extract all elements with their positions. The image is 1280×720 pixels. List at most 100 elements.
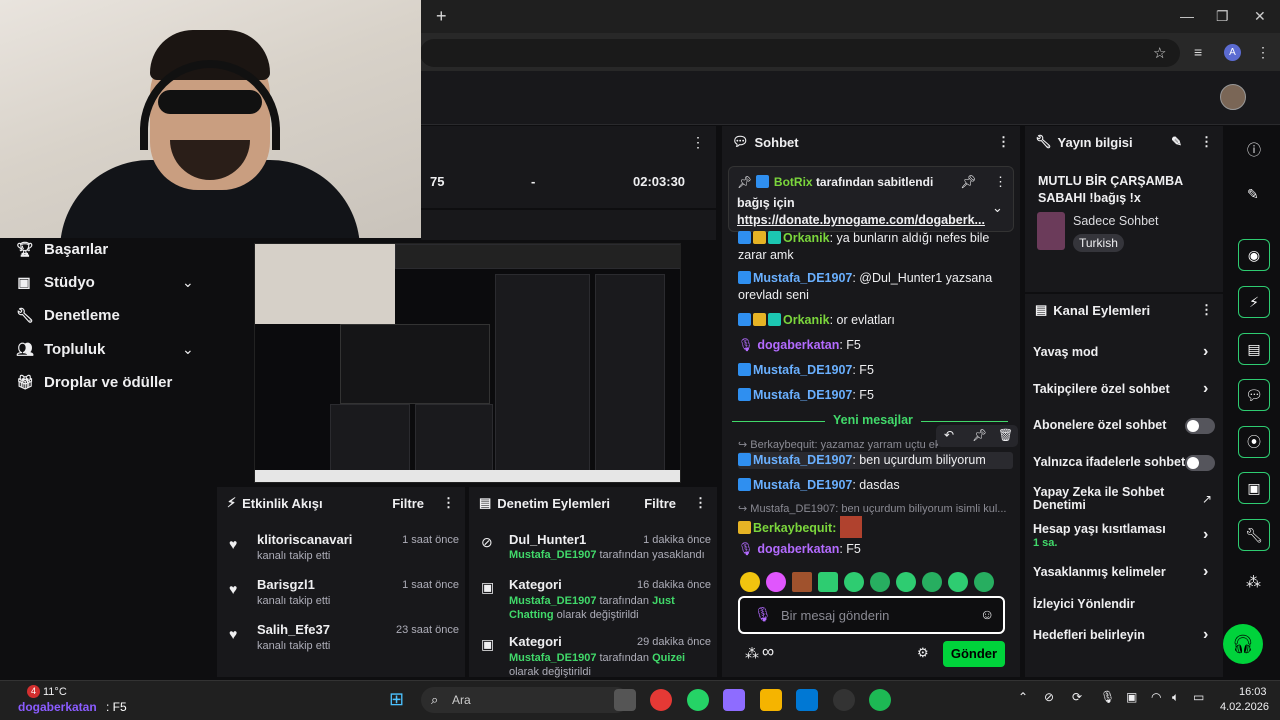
chat-button[interactable]: 💬︎ (1238, 379, 1270, 411)
panel-menu-icon[interactable]: ⋮ (442, 495, 455, 511)
chevron-down-icon[interactable]: ⌄ (992, 200, 1003, 216)
gear-icon[interactable]: ⚙ (917, 645, 929, 661)
mic-icon[interactable]: 🎙︎ (1100, 690, 1115, 704)
kick-icon[interactable]: ⁂ (1246, 573, 1261, 591)
copilot-icon[interactable] (723, 689, 745, 711)
panel-menu-icon[interactable]: ⋮ (1200, 134, 1213, 150)
tray-icon[interactable]: ⊘ (1044, 690, 1054, 704)
category-name[interactable]: Sadece Sohbet (1073, 214, 1159, 228)
emote-icon[interactable] (740, 572, 760, 592)
emote-icon[interactable] (948, 572, 968, 592)
chevron-down-icon[interactable]: ⌄ (182, 341, 194, 358)
moderation-filter-button[interactable]: Filtre (644, 496, 676, 511)
battery-icon[interactable]: ▭ (1193, 690, 1204, 704)
sidebar-item-studio[interactable]: ▣ Stüdyo (16, 274, 94, 291)
clock-date[interactable]: 4.02.2026 (1220, 701, 1269, 713)
sidebar-item-moderation[interactable]: 🔧︎ Denetleme (16, 307, 120, 324)
wrench-button[interactable]: 🔧︎ (1238, 519, 1270, 551)
channel-button[interactable]: ▣ (1238, 472, 1270, 504)
capture-button[interactable]: ◉ (1238, 239, 1270, 271)
info-icon[interactable]: ⓘ (1247, 140, 1261, 160)
clock-time[interactable]: 16:03 (1239, 686, 1267, 698)
maximize-icon[interactable]: ❐ (1216, 8, 1229, 25)
chat-icon: 💬︎ (732, 134, 749, 149)
folder-icon[interactable] (760, 689, 782, 711)
document-icon: ▤ (479, 495, 492, 510)
pinned-menu-icon[interactable]: ⋮ (994, 174, 1007, 190)
star-icon[interactable]: ☆ (1153, 44, 1166, 62)
menu-icon[interactable]: ⋮ (1256, 44, 1270, 61)
pinned-message[interactable]: 📌︎ BotRix tarafından sabitlendi 📌︎ ⋮ bağ… (728, 166, 1014, 232)
subscribers-only-toggle[interactable] (1185, 418, 1215, 434)
file-explorer-icon[interactable] (614, 689, 636, 711)
minimize-icon[interactable]: — (1180, 8, 1194, 24)
chrome-icon[interactable] (650, 689, 672, 711)
category-thumbnail[interactable] (1037, 212, 1065, 250)
preview-taskbar (255, 470, 680, 482)
send-button[interactable]: Gönder (943, 641, 1005, 667)
emote-icon[interactable] (922, 572, 942, 592)
user-avatar[interactable] (1220, 84, 1246, 110)
panel-menu-icon[interactable]: ⋮ (997, 134, 1010, 150)
emote-icon[interactable] (792, 572, 812, 592)
document-button[interactable]: ▤ (1238, 333, 1270, 365)
emote-icon[interactable] (870, 572, 890, 592)
panel-menu-icon[interactable]: ⋮ (1200, 302, 1213, 318)
delete-icon[interactable]: 🗑︎ (998, 428, 1013, 442)
tray-icon[interactable]: ⟳ (1072, 690, 1082, 704)
broadcast-button[interactable]: ⦿ (1238, 426, 1270, 458)
profile-avatar[interactable]: A (1224, 44, 1241, 61)
tag-badge[interactable]: Turkish (1073, 234, 1124, 252)
bolt-button[interactable]: ⚡︎ (1238, 286, 1270, 318)
sidebar-item-community[interactable]: 👥︎ Topluluk (16, 341, 105, 358)
media-icon[interactable]: ≡ (1194, 44, 1202, 60)
slow-mode-action[interactable]: Yavaş mod › (1033, 343, 1218, 360)
subscribers-only-action[interactable]: Abonelere özel sohbet (1033, 418, 1218, 434)
emote-icon[interactable] (974, 572, 994, 592)
kick-icon[interactable]: ⁂ (745, 645, 759, 662)
reply-icon[interactable]: ↶ (944, 428, 954, 442)
pin-icon[interactable]: 📌︎ (972, 428, 987, 442)
banned-words-action[interactable]: Yasaklanmış kelimeler › (1033, 563, 1218, 580)
store-icon[interactable] (796, 689, 818, 711)
account-age-action[interactable]: Hesap yaşı kısıtlaması › (1033, 522, 1218, 543)
address-field[interactable] (420, 39, 1180, 67)
wifi-icon[interactable]: ◠ (1151, 690, 1161, 704)
weather-temp[interactable]: 11°C (43, 686, 67, 698)
edit-icon[interactable]: ✎ (1247, 186, 1259, 203)
external-link-icon[interactable]: ↗ (1202, 492, 1212, 506)
activity-filter-button[interactable]: Filtre (392, 496, 424, 511)
chat-input[interactable]: 🎙︎ Bir mesaj gönderin ☺ (738, 596, 1005, 634)
redirect-viewers-action[interactable]: İzleyici Yönlendir (1033, 597, 1218, 611)
obs-icon[interactable] (833, 689, 855, 711)
emote-icon[interactable] (844, 572, 864, 592)
new-tab-button[interactable]: + (436, 6, 447, 27)
emote-icon[interactable] (766, 572, 786, 592)
panel-menu-icon[interactable]: ⋮ (694, 495, 707, 511)
volume-icon[interactable]: 🔈︎ (1172, 690, 1179, 705)
support-button[interactable]: 🎧︎ (1223, 624, 1263, 664)
goals-action[interactable]: Hedefleri belirleyin › (1033, 626, 1218, 643)
sidebar-item-drops[interactable]: 🎁︎ Droplar ve ödüller (16, 374, 172, 391)
spotify-icon[interactable] (869, 689, 891, 711)
chevron-up-icon[interactable]: ⌃ (1018, 690, 1028, 704)
edit-icon[interactable]: ✎ (1171, 134, 1182, 150)
panel-menu-icon[interactable]: ⋮ (691, 134, 705, 151)
start-icon[interactable]: ⊞ (389, 689, 404, 710)
pinned-link[interactable]: https://donate.bynogame.com/dogaberk... (737, 213, 985, 227)
taskbar-search[interactable]: ⌕ Ara (421, 687, 629, 713)
emoji-icon[interactable]: ☺ (980, 606, 994, 622)
stream-preview[interactable] (254, 243, 681, 483)
followers-only-action[interactable]: Takipçilere özel sohbet › (1033, 380, 1218, 397)
emote-icon[interactable] (896, 572, 916, 592)
sidebar-item-achievements[interactable]: 🏆︎ Başarılar (16, 241, 108, 258)
ai-moderation-action[interactable]: Yapay Zeka ile Sohbet Denetimi (1033, 486, 1183, 512)
emote-only-toggle[interactable] (1185, 455, 1215, 471)
unpin-icon[interactable]: 📌︎ (960, 174, 977, 190)
emote-only-action[interactable]: Yalnızca ifadelerle sohbet (1033, 455, 1218, 471)
chevron-down-icon[interactable]: ⌄ (182, 274, 194, 291)
emote-icon[interactable] (818, 572, 838, 592)
whatsapp-icon[interactable] (687, 689, 709, 711)
close-icon[interactable]: ✕ (1254, 8, 1266, 25)
tray-icon[interactable]: ▣ (1126, 690, 1137, 704)
